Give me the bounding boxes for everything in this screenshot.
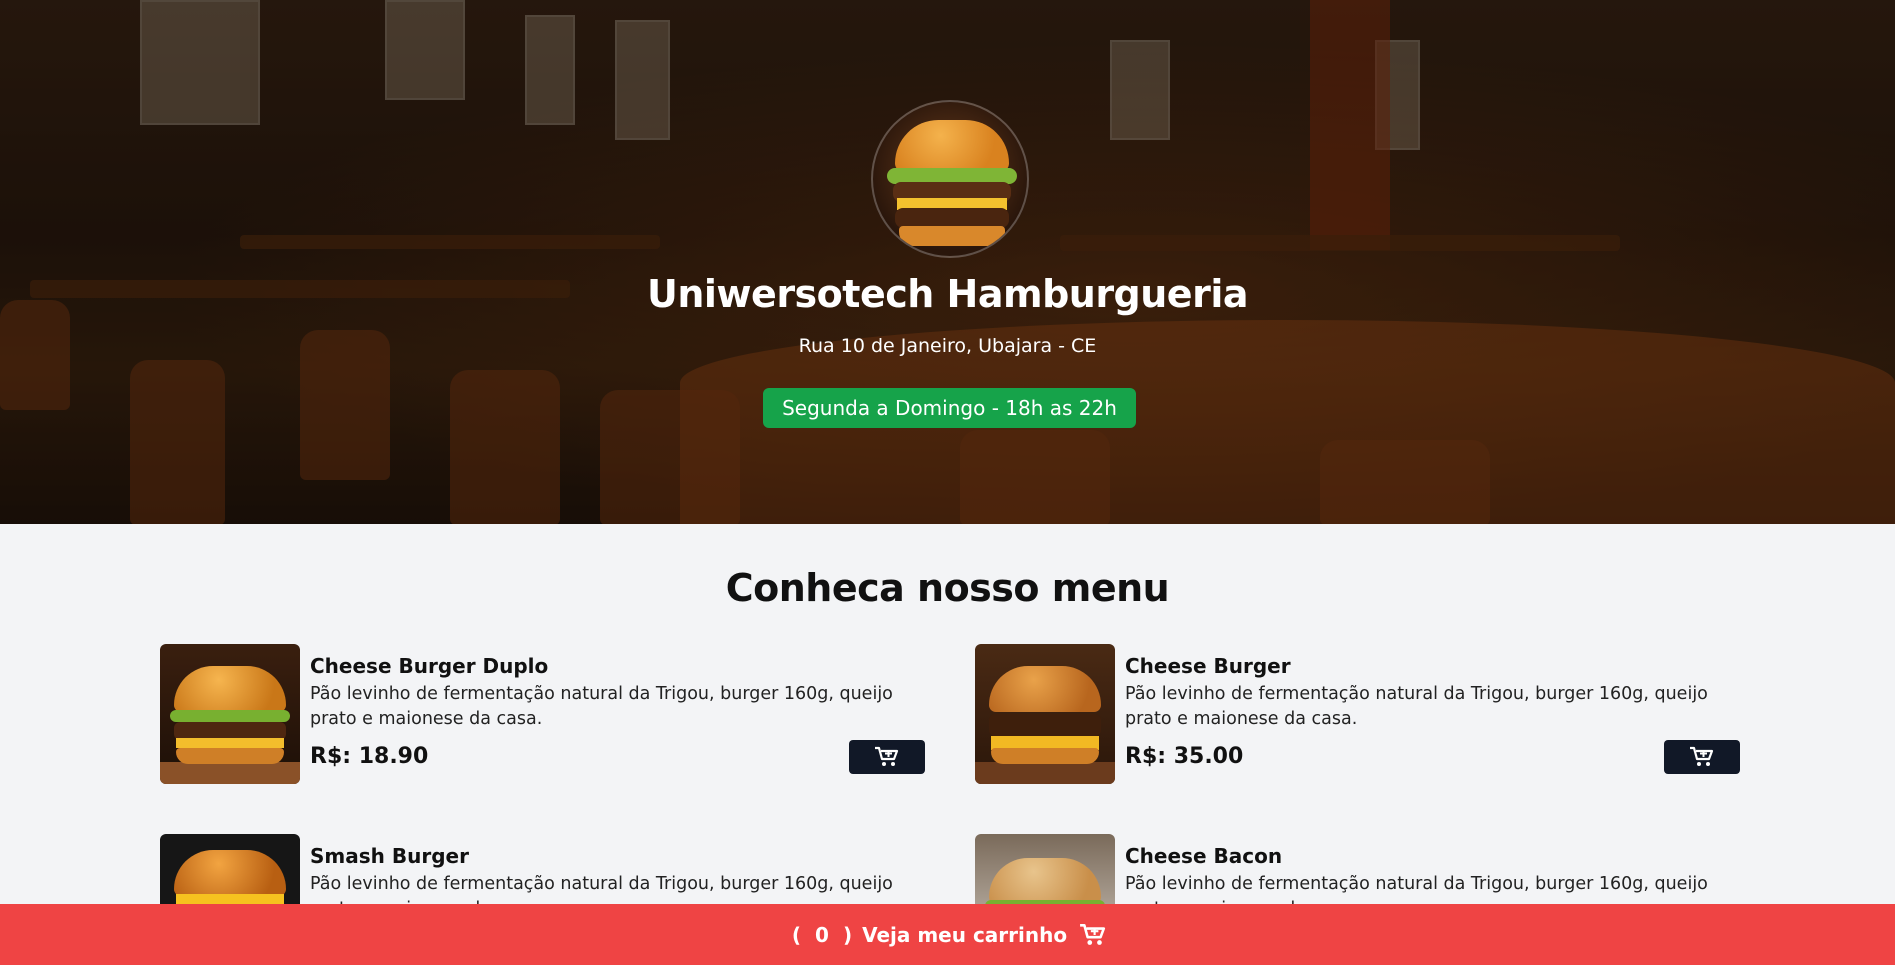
menu-item-description: Pão levinho de fermentação natural da Tr… [1125, 684, 1708, 729]
add-to-cart-button[interactable] [849, 740, 925, 774]
cart-icon [1079, 923, 1107, 947]
menu-item: Cheese Burger Pão levinho de fermentação… [975, 644, 1745, 786]
menu-item-photo [975, 644, 1115, 784]
menu-item-price: R$: 35.00 [1125, 744, 1244, 769]
cart-count-open-paren: ( [791, 922, 802, 947]
opening-hours-badge: Segunda a Domingo - 18h as 22h [763, 388, 1136, 428]
cart-count: 0 [815, 922, 829, 947]
view-cart-label: Veja meu carrinho [862, 922, 1068, 947]
restaurant-logo [871, 100, 1029, 258]
cart-count-close-paren: ) [842, 922, 853, 947]
menu-item-description: Pão levinho de fermentação natural da Tr… [310, 684, 893, 729]
menu-item-name: Cheese Burger [1125, 654, 1291, 678]
restaurant-address: Rua 10 de Janeiro, Ubajara - CE [798, 335, 1097, 357]
menu-item-name: Smash Burger [310, 844, 469, 868]
menu-item-name: Cheese Burger Duplo [310, 654, 549, 678]
menu-item: Cheese Burger Duplo Pão levinho de ferme… [160, 644, 930, 786]
add-to-cart-button[interactable] [1664, 740, 1740, 774]
menu-item-price: R$: 18.90 [310, 744, 429, 769]
cart-plus-icon [875, 746, 899, 766]
view-cart-bar[interactable]: ( 0 ) Veja meu carrinho [0, 904, 1895, 965]
menu-heading: Conheca nosso menu [725, 566, 1170, 610]
hero-overlay [0, 0, 1895, 524]
restaurant-name: Uniwersotech Hamburgueria [647, 272, 1249, 316]
cart-plus-icon [1690, 746, 1714, 766]
menu-item-name: Cheese Bacon [1125, 844, 1283, 868]
hero-banner: Uniwersotech Hamburgueria Rua 10 de Jane… [0, 0, 1895, 524]
menu-item-photo [160, 644, 300, 784]
